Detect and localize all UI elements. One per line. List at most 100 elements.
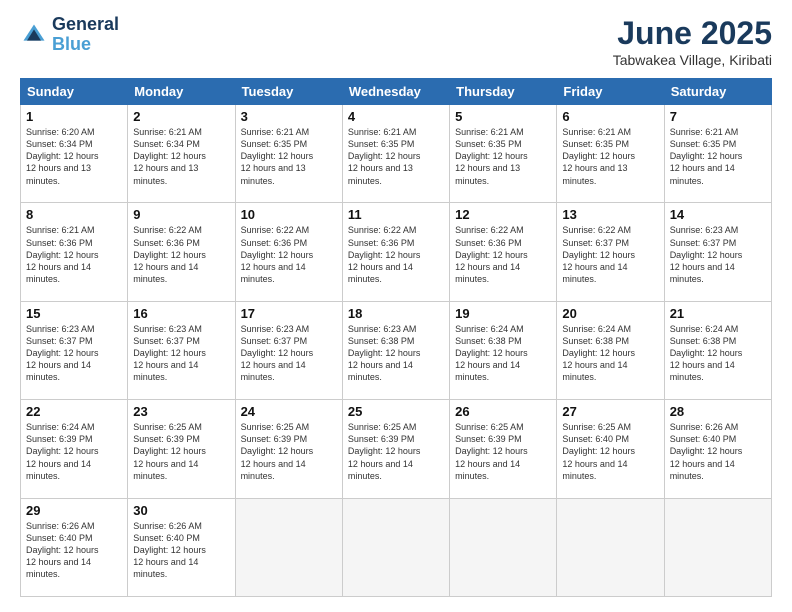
day-cell-15: 15 Sunrise: 6:23 AM Sunset: 6:37 PM Dayl… (21, 301, 128, 399)
day-info-13: Sunrise: 6:22 AM Sunset: 6:37 PM Dayligh… (562, 224, 658, 285)
day-info-24: Sunrise: 6:25 AM Sunset: 6:39 PM Dayligh… (241, 421, 337, 482)
day-cell-6: 6 Sunrise: 6:21 AM Sunset: 6:35 PM Dayli… (557, 105, 664, 203)
day-cell-7: 7 Sunrise: 6:21 AM Sunset: 6:35 PM Dayli… (664, 105, 771, 203)
day-info-16: Sunrise: 6:23 AM Sunset: 6:37 PM Dayligh… (133, 323, 229, 384)
day-info-22: Sunrise: 6:24 AM Sunset: 6:39 PM Dayligh… (26, 421, 122, 482)
day-info-29: Sunrise: 6:26 AM Sunset: 6:40 PM Dayligh… (26, 520, 122, 581)
day-number-22: 22 (26, 404, 122, 419)
day-cell-25: 25 Sunrise: 6:25 AM Sunset: 6:39 PM Dayl… (342, 400, 449, 498)
day-number-10: 10 (241, 207, 337, 222)
header: General Blue June 2025 Tabwakea Village,… (20, 15, 772, 68)
day-number-3: 3 (241, 109, 337, 124)
location-subtitle: Tabwakea Village, Kiribati (613, 52, 772, 68)
day-info-21: Sunrise: 6:24 AM Sunset: 6:38 PM Dayligh… (670, 323, 766, 384)
day-number-4: 4 (348, 109, 444, 124)
day-number-15: 15 (26, 306, 122, 321)
empty-cell (450, 498, 557, 596)
day-cell-17: 17 Sunrise: 6:23 AM Sunset: 6:37 PM Dayl… (235, 301, 342, 399)
day-info-14: Sunrise: 6:23 AM Sunset: 6:37 PM Dayligh… (670, 224, 766, 285)
day-number-25: 25 (348, 404, 444, 419)
col-thursday: Thursday (450, 79, 557, 105)
day-info-1: Sunrise: 6:20 AM Sunset: 6:34 PM Dayligh… (26, 126, 122, 187)
day-info-8: Sunrise: 6:21 AM Sunset: 6:36 PM Dayligh… (26, 224, 122, 285)
day-info-2: Sunrise: 6:21 AM Sunset: 6:34 PM Dayligh… (133, 126, 229, 187)
day-number-18: 18 (348, 306, 444, 321)
day-number-24: 24 (241, 404, 337, 419)
day-number-13: 13 (562, 207, 658, 222)
day-number-28: 28 (670, 404, 766, 419)
day-cell-5: 5 Sunrise: 6:21 AM Sunset: 6:35 PM Dayli… (450, 105, 557, 203)
day-info-4: Sunrise: 6:21 AM Sunset: 6:35 PM Dayligh… (348, 126, 444, 187)
day-cell-26: 26 Sunrise: 6:25 AM Sunset: 6:39 PM Dayl… (450, 400, 557, 498)
day-cell-16: 16 Sunrise: 6:23 AM Sunset: 6:37 PM Dayl… (128, 301, 235, 399)
day-number-26: 26 (455, 404, 551, 419)
calendar-week-2: 15 Sunrise: 6:23 AM Sunset: 6:37 PM Dayl… (21, 301, 772, 399)
day-info-5: Sunrise: 6:21 AM Sunset: 6:35 PM Dayligh… (455, 126, 551, 187)
day-cell-24: 24 Sunrise: 6:25 AM Sunset: 6:39 PM Dayl… (235, 400, 342, 498)
day-cell-18: 18 Sunrise: 6:23 AM Sunset: 6:38 PM Dayl… (342, 301, 449, 399)
day-cell-29: 29 Sunrise: 6:26 AM Sunset: 6:40 PM Dayl… (21, 498, 128, 596)
day-number-30: 30 (133, 503, 229, 518)
day-number-6: 6 (562, 109, 658, 124)
day-info-9: Sunrise: 6:22 AM Sunset: 6:36 PM Dayligh… (133, 224, 229, 285)
calendar-week-3: 22 Sunrise: 6:24 AM Sunset: 6:39 PM Dayl… (21, 400, 772, 498)
day-info-25: Sunrise: 6:25 AM Sunset: 6:39 PM Dayligh… (348, 421, 444, 482)
logo-text: General Blue (52, 15, 119, 55)
header-row: Sunday Monday Tuesday Wednesday Thursday… (21, 79, 772, 105)
day-cell-14: 14 Sunrise: 6:23 AM Sunset: 6:37 PM Dayl… (664, 203, 771, 301)
day-info-12: Sunrise: 6:22 AM Sunset: 6:36 PM Dayligh… (455, 224, 551, 285)
empty-cell (235, 498, 342, 596)
calendar-week-4: 29 Sunrise: 6:26 AM Sunset: 6:40 PM Dayl… (21, 498, 772, 596)
day-info-28: Sunrise: 6:26 AM Sunset: 6:40 PM Dayligh… (670, 421, 766, 482)
day-cell-8: 8 Sunrise: 6:21 AM Sunset: 6:36 PM Dayli… (21, 203, 128, 301)
day-info-17: Sunrise: 6:23 AM Sunset: 6:37 PM Dayligh… (241, 323, 337, 384)
day-cell-27: 27 Sunrise: 6:25 AM Sunset: 6:40 PM Dayl… (557, 400, 664, 498)
day-cell-28: 28 Sunrise: 6:26 AM Sunset: 6:40 PM Dayl… (664, 400, 771, 498)
col-friday: Friday (557, 79, 664, 105)
day-cell-13: 13 Sunrise: 6:22 AM Sunset: 6:37 PM Dayl… (557, 203, 664, 301)
day-cell-4: 4 Sunrise: 6:21 AM Sunset: 6:35 PM Dayli… (342, 105, 449, 203)
day-info-7: Sunrise: 6:21 AM Sunset: 6:35 PM Dayligh… (670, 126, 766, 187)
day-number-12: 12 (455, 207, 551, 222)
day-cell-1: 1 Sunrise: 6:20 AM Sunset: 6:34 PM Dayli… (21, 105, 128, 203)
day-info-11: Sunrise: 6:22 AM Sunset: 6:36 PM Dayligh… (348, 224, 444, 285)
day-number-23: 23 (133, 404, 229, 419)
day-number-29: 29 (26, 503, 122, 518)
empty-cell (664, 498, 771, 596)
calendar-week-1: 8 Sunrise: 6:21 AM Sunset: 6:36 PM Dayli… (21, 203, 772, 301)
day-info-30: Sunrise: 6:26 AM Sunset: 6:40 PM Dayligh… (133, 520, 229, 581)
col-monday: Monday (128, 79, 235, 105)
col-sunday: Sunday (21, 79, 128, 105)
day-info-10: Sunrise: 6:22 AM Sunset: 6:36 PM Dayligh… (241, 224, 337, 285)
calendar-week-0: 1 Sunrise: 6:20 AM Sunset: 6:34 PM Dayli… (21, 105, 772, 203)
day-number-27: 27 (562, 404, 658, 419)
day-number-8: 8 (26, 207, 122, 222)
page: General Blue June 2025 Tabwakea Village,… (0, 0, 792, 612)
day-info-26: Sunrise: 6:25 AM Sunset: 6:39 PM Dayligh… (455, 421, 551, 482)
day-number-17: 17 (241, 306, 337, 321)
day-number-7: 7 (670, 109, 766, 124)
day-cell-3: 3 Sunrise: 6:21 AM Sunset: 6:35 PM Dayli… (235, 105, 342, 203)
day-info-20: Sunrise: 6:24 AM Sunset: 6:38 PM Dayligh… (562, 323, 658, 384)
day-number-19: 19 (455, 306, 551, 321)
day-cell-10: 10 Sunrise: 6:22 AM Sunset: 6:36 PM Dayl… (235, 203, 342, 301)
title-block: June 2025 Tabwakea Village, Kiribati (613, 15, 772, 68)
calendar-table: Sunday Monday Tuesday Wednesday Thursday… (20, 78, 772, 597)
day-cell-2: 2 Sunrise: 6:21 AM Sunset: 6:34 PM Dayli… (128, 105, 235, 203)
day-info-27: Sunrise: 6:25 AM Sunset: 6:40 PM Dayligh… (562, 421, 658, 482)
day-info-18: Sunrise: 6:23 AM Sunset: 6:38 PM Dayligh… (348, 323, 444, 384)
month-title: June 2025 (613, 15, 772, 52)
day-cell-9: 9 Sunrise: 6:22 AM Sunset: 6:36 PM Dayli… (128, 203, 235, 301)
logo: General Blue (20, 15, 119, 55)
day-info-23: Sunrise: 6:25 AM Sunset: 6:39 PM Dayligh… (133, 421, 229, 482)
day-cell-11: 11 Sunrise: 6:22 AM Sunset: 6:36 PM Dayl… (342, 203, 449, 301)
day-number-9: 9 (133, 207, 229, 222)
empty-cell (557, 498, 664, 596)
day-info-15: Sunrise: 6:23 AM Sunset: 6:37 PM Dayligh… (26, 323, 122, 384)
day-info-19: Sunrise: 6:24 AM Sunset: 6:38 PM Dayligh… (455, 323, 551, 384)
logo-line2: Blue (52, 35, 119, 55)
day-number-14: 14 (670, 207, 766, 222)
logo-line1: General (52, 15, 119, 35)
day-number-11: 11 (348, 207, 444, 222)
day-cell-22: 22 Sunrise: 6:24 AM Sunset: 6:39 PM Dayl… (21, 400, 128, 498)
